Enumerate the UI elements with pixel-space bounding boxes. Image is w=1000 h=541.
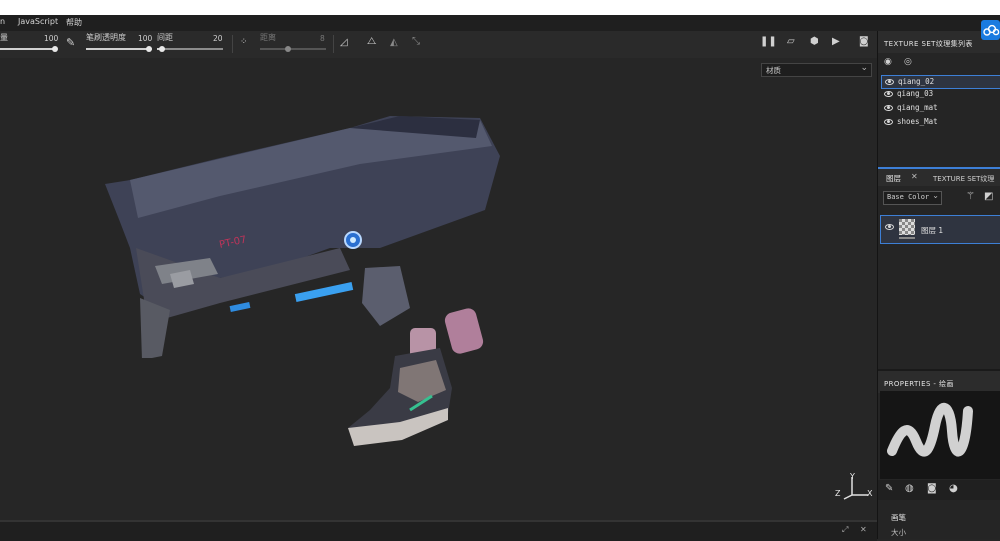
properties-title: PROPERTIES - 绘画 [884,380,954,388]
close-icon[interactable]: ✕ [911,172,918,181]
tab-layers[interactable]: 图层 [886,173,901,184]
layer-name: 图层 1 [921,226,944,235]
magic-wand-icon[interactable]: ⚚ [966,191,975,202]
channel-select[interactable]: Base Color ⌄ [883,191,942,205]
layer-row[interactable]: 图层 1 [880,215,1000,244]
eye-icon[interactable] [884,105,893,111]
eye-icon[interactable] [884,119,893,125]
brush-section-label: 画笔 [891,513,906,522]
symmetry-icon[interactable]: ⧍ [367,36,376,47]
axis-z-label: Z [835,489,841,498]
texture-set-name: qiang_02 [898,77,935,86]
distance-slider-knob[interactable] [285,46,291,52]
size-slider-knob[interactable] [52,46,58,52]
eye-icon[interactable] [884,91,893,97]
chevron-down-icon: ⌄ [932,191,939,200]
spacing-slider-knob[interactable] [159,46,165,52]
texture-set-name: shoes_Mat [897,117,938,126]
toolbar-divider [232,35,233,53]
properties-header: PROPERTIES - 绘画 [878,369,1000,393]
brush-toolbar: 量 100 ✎ 笔刷透明度 100 间距 20 ⁘ 距离 8 ◿ ⧍ ◭ ⤡ ❚… [0,31,1000,59]
texture-set-row[interactable]: qiang_03 [881,88,1000,100]
spacing-slider[interactable] [157,48,223,50]
material-select-label: 材质 [766,66,781,75]
cube-icon[interactable]: ⬢ [810,36,819,47]
texture-set-name: qiang_mat [897,103,938,112]
pause-icon[interactable]: ❚❚ [760,36,777,47]
brush-tab-icon[interactable]: ✎ [885,483,893,494]
camera-video-icon[interactable]: ▶ [832,36,840,47]
angle-icon[interactable]: ◿ [340,37,348,48]
channel-select-label: Base Color [887,193,930,201]
brush-preview [880,391,1000,479]
visibility-toggle-icon[interactable]: ◉ [884,57,892,67]
3d-viewport[interactable]: 材质 ⌄ PT-07 Y X Z [0,58,877,520]
size-value: 100 [44,34,59,43]
texture-set-row[interactable]: qiang_02 [881,75,1000,89]
layer-opacity-bar [899,237,915,239]
title-bar [0,0,1000,40]
opacity-label: 笔刷透明度 [86,33,126,42]
fill-icon[interactable]: ◭ [390,37,398,48]
toolbar-divider [333,35,334,53]
opacity-slider-knob[interactable] [146,46,152,52]
eye-icon[interactable] [885,79,894,85]
texture-set-name: qiang_03 [897,89,934,98]
brush-size-label: 大小 [891,528,906,537]
texture-set-row[interactable]: qiang_mat [881,102,1000,114]
size-label: 量 [0,33,8,42]
properties-tabbar: ✎ ◍ ◙ ◕ [878,480,1000,500]
distance-slider[interactable] [260,48,326,50]
texture-set-row[interactable]: shoes_Mat [881,116,1000,128]
screenshot-camera-icon[interactable]: ◙ [859,36,869,47]
eye-icon[interactable]: ◎ [904,57,912,67]
maximize-icon[interactable]: ⤢ [842,525,848,535]
texture-set-title: TEXTURE SET纹理集列表 [884,40,973,48]
close-icon[interactable]: ✕ [860,525,867,534]
spacing-label: 间距 [157,33,173,42]
axis-y-label: Y [850,472,855,481]
menu-item-0[interactable]: n [0,17,5,26]
tab-texture-set[interactable]: TEXTURE SET纹理 [933,174,994,184]
add-mask-icon[interactable]: ◩ [984,191,993,202]
brush-icon[interactable]: ✎ [66,36,75,49]
opacity-value: 100 [138,34,153,43]
stencil-tab-icon[interactable]: ◙ [927,483,937,494]
spacing-value: 20 [213,34,223,43]
eye-icon[interactable] [885,224,894,230]
menu-item-help[interactable]: 帮助 [66,17,82,28]
cloud-sync-icon[interactable] [981,20,1000,40]
material-tab-icon[interactable]: ◕ [949,483,958,494]
alpha-tab-icon[interactable]: ◍ [905,483,914,494]
menu-bar: n JavaScript 帮助 [0,15,1000,31]
opacity-slider-fill [86,48,150,50]
layer-thumbnail [899,219,915,235]
bottom-dock: ⤢ ✕ [0,520,877,541]
view-mode-icon[interactable]: ▱ [787,36,795,47]
projection-icon[interactable]: ⤡ [412,36,420,47]
distance-value: 8 [320,34,325,43]
axis-x-label: X [867,489,873,498]
menu-item-javascript[interactable]: JavaScript [18,17,58,26]
size-slider-fill [0,48,54,50]
shoe-model [348,308,484,446]
layers-tabbar: 图层 ✕ TEXTURE SET纹理 [878,167,1000,186]
material-select[interactable]: 材质 ⌄ [761,63,872,77]
lazy-mouse-icon[interactable]: ⁘ [240,37,248,47]
chevron-down-icon: ⌄ [860,63,868,73]
distance-label: 距离 [260,33,276,42]
right-panel: TEXTURE SET纹理集列表 ◉ ◎ qiang_02 qiang_03 q… [877,31,1000,539]
